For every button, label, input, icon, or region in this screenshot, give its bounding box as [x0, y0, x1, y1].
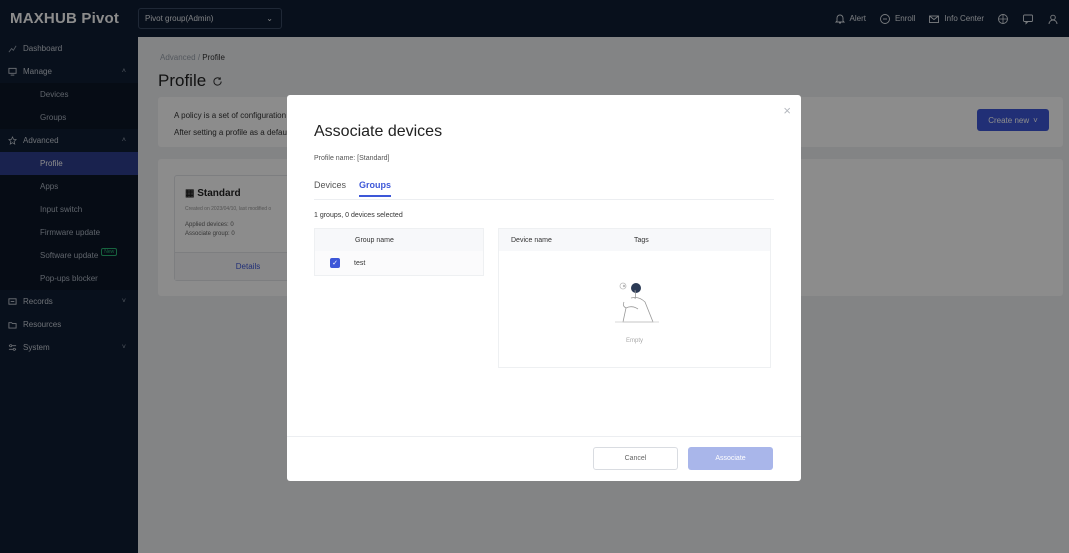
modal-tabs: Devices Groups	[314, 180, 392, 197]
devices-table: Device name Tags Empty	[498, 228, 771, 368]
table-row[interactable]: ✓ test	[315, 251, 483, 275]
close-icon[interactable]: ×	[783, 103, 791, 118]
associate-devices-modal: × Associate devices Profile name: [Stand…	[287, 95, 801, 481]
tabs-divider	[314, 199, 774, 200]
empty-text: Empty	[625, 337, 643, 344]
associate-button[interactable]: Associate	[688, 447, 773, 470]
cancel-button[interactable]: Cancel	[593, 447, 678, 470]
groups-table: Group name ✓ test	[314, 228, 484, 276]
empty-illustration-icon	[614, 282, 659, 322]
group-name-header: Group name	[315, 229, 483, 251]
empty-state: Empty	[499, 251, 770, 368]
selection-count: 1 groups, 0 devices selected	[314, 212, 403, 219]
device-name-header: Device name	[511, 236, 552, 244]
tab-groups[interactable]: Groups	[359, 180, 392, 197]
row-checkbox[interactable]: ✓	[330, 258, 340, 268]
tags-header: Tags	[634, 236, 649, 244]
group-name-cell: test	[354, 259, 366, 267]
devices-table-header: Device name Tags	[499, 229, 770, 251]
footer-divider	[287, 436, 801, 437]
profile-name: Profile name: [Standard]	[314, 155, 390, 162]
tab-devices[interactable]: Devices	[314, 180, 346, 197]
modal-title: Associate devices	[314, 123, 443, 140]
